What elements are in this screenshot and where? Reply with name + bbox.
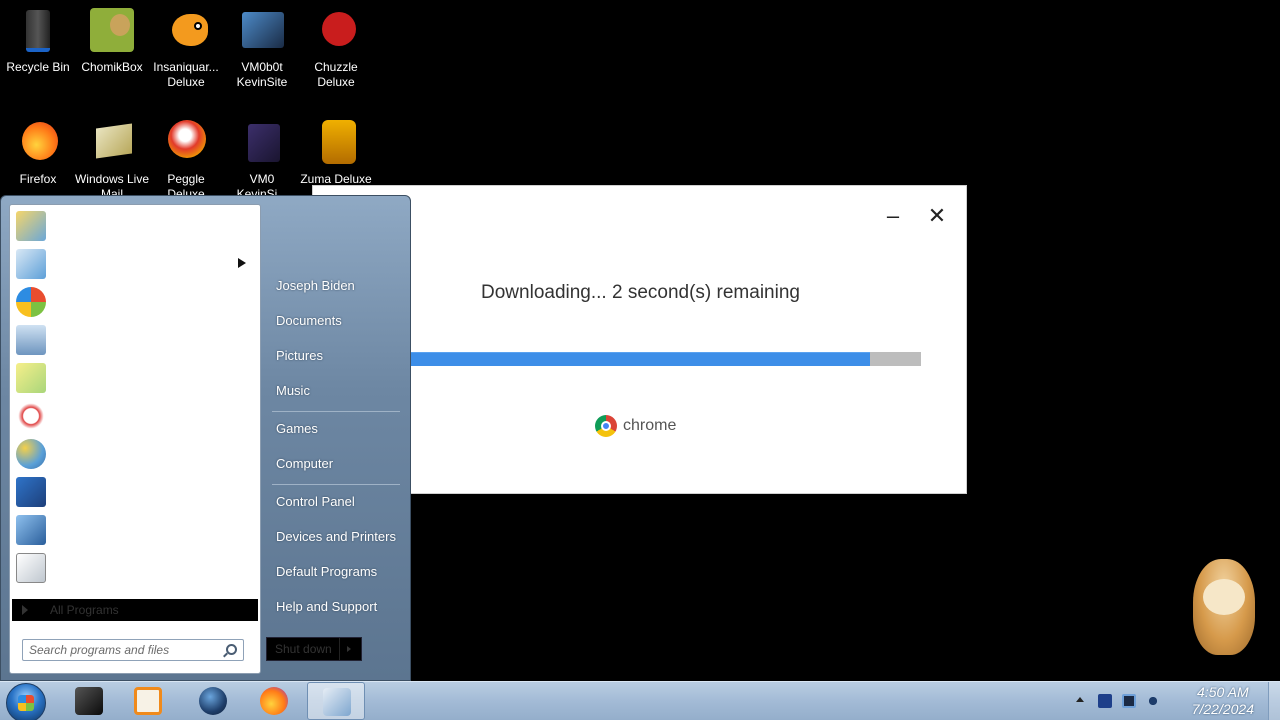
start-menu-pictures[interactable]: Pictures [266, 342, 406, 370]
peggle-icon [162, 120, 210, 168]
recycle-bin-icon [14, 8, 62, 56]
windows-logo-icon [18, 695, 34, 711]
vm0-icon [238, 120, 286, 168]
start-menu-help-support[interactable]: Help and Support [266, 593, 406, 621]
playing-cards-icon [16, 553, 46, 583]
shutdown-options-arrow-icon[interactable] [339, 638, 361, 660]
pinned-program-solitaire[interactable] [14, 551, 254, 585]
live-mail-icon [88, 120, 136, 168]
terminal-icon [75, 687, 103, 715]
start-menu-music[interactable]: Music [266, 377, 406, 405]
pinned-program-document-viewer[interactable] [14, 247, 254, 281]
desktop-icon-label: Firefox [19, 172, 57, 186]
desktop-icon-chomikbox[interactable]: ChomikBox [74, 8, 150, 75]
desktop-icon-vm0[interactable]: VM0 KevinSi... [224, 120, 300, 202]
shutdown-label: Shut down [275, 642, 332, 656]
chrome-brand-text: chrome [623, 417, 677, 434]
globe-icon [199, 687, 227, 715]
tray-expand-icon[interactable] [1076, 697, 1084, 702]
start-menu-user-folder[interactable]: Joseph Biden [266, 272, 406, 300]
sticky-notes-icon [16, 363, 46, 393]
taskbar-app-firefox[interactable] [245, 682, 303, 720]
getting-started-icon [16, 211, 46, 241]
taskbar-app-globe[interactable] [184, 682, 242, 720]
pinned-program-magnifier[interactable] [14, 513, 254, 547]
desktop-icon-peggle[interactable]: Peggle Deluxe [148, 120, 224, 202]
taskbar-app-chrome-installer[interactable] [307, 682, 365, 720]
installer-icon [323, 688, 351, 716]
pinned-program-windows-update[interactable] [14, 285, 254, 319]
desktop-icon-label: Insaniquar... Deluxe [153, 60, 219, 89]
clock-date: 7/22/2024 [1191, 701, 1254, 717]
desktop-icon-zuma[interactable]: Zuma Deluxe [298, 120, 374, 187]
desktop-icon-live-mail[interactable]: Windows Live Mail [74, 120, 150, 202]
taskbar-app-terminal[interactable] [60, 682, 118, 720]
chrome-brand: chrome [595, 415, 676, 437]
start-menu-divider [272, 411, 400, 412]
start-button[interactable] [6, 683, 46, 720]
start-menu-documents[interactable]: Documents [266, 307, 406, 335]
desktop-icon-recycle-bin[interactable]: Recycle Bin [0, 8, 76, 75]
media-player-icon [134, 687, 162, 715]
remote-desktop-icon [16, 477, 46, 507]
pinned-program-getting-started[interactable] [14, 209, 254, 243]
chuzzle-icon [312, 8, 360, 56]
desktop-icon-label: VM0b0t KevinSite [236, 60, 288, 89]
start-search-input[interactable] [23, 640, 213, 660]
start-menu-default-programs[interactable]: Default Programs [266, 558, 406, 586]
desktop-icon-chuzzle[interactable]: Chuzzle Deluxe [298, 8, 374, 90]
insaniquarium-icon [162, 8, 210, 56]
calculator-icon [16, 325, 46, 355]
submenu-arrow-icon[interactable] [238, 258, 246, 268]
taskbar: 4:50 AM 7/22/2024 [0, 681, 1280, 720]
taskbar-app-media-player[interactable] [119, 682, 177, 720]
system-tray: 4:50 AM 7/22/2024 [1070, 682, 1280, 720]
taskbar-clock[interactable]: 4:50 AM 7/22/2024 [1192, 684, 1254, 718]
start-menu-divider [272, 484, 400, 485]
chrome-logo-icon [595, 415, 617, 437]
start-menu-games[interactable]: Games [266, 415, 406, 443]
desktop-icon-label: ChomikBox [81, 60, 143, 74]
document-viewer-icon [16, 249, 46, 279]
download-progress-fill [411, 352, 870, 366]
pinned-program-snipping-tool[interactable] [14, 399, 254, 433]
chomikbox-icon [88, 8, 136, 56]
desktop-icon-label: Chuzzle Deluxe [314, 60, 358, 89]
download-status-text: Downloading... 2 second(s) remaining [481, 282, 800, 303]
paint-palette-icon [16, 439, 46, 469]
minimize-button[interactable]: – [881, 204, 905, 228]
scissors-icon [16, 401, 46, 431]
pinned-program-sticky-notes[interactable] [14, 361, 254, 395]
start-menu-devices-printers[interactable]: Devices and Printers [266, 523, 406, 551]
pinned-program-calculator[interactable] [14, 323, 254, 357]
download-progress-bar [411, 352, 921, 366]
show-desktop-button[interactable] [1268, 682, 1280, 720]
action-center-icon[interactable] [1098, 694, 1112, 708]
pinned-program-paint[interactable] [14, 437, 254, 471]
close-button[interactable]: ✕ [925, 204, 949, 228]
hamster-gadget[interactable] [1185, 555, 1265, 661]
start-search-box[interactable] [22, 639, 244, 661]
network-icon[interactable] [1122, 694, 1136, 708]
desktop-icon-insaniquarium[interactable]: Insaniquar... Deluxe [148, 8, 224, 90]
start-menu-programs-pane: All Programs [9, 204, 261, 674]
firefox-icon [14, 120, 62, 168]
zuma-icon [312, 120, 360, 168]
volume-icon[interactable] [1146, 694, 1160, 708]
firefox-icon [260, 687, 288, 715]
all-programs-button[interactable]: All Programs [12, 599, 258, 621]
start-menu-control-panel[interactable]: Control Panel [266, 488, 406, 516]
search-icon[interactable] [226, 644, 237, 655]
desktop-icon-label: Recycle Bin [6, 60, 70, 74]
desktop-icon-vm0b0t[interactable]: VM0b0t KevinSite [224, 8, 300, 90]
vm0b0t-icon [238, 8, 286, 56]
pinned-program-remote-desktop[interactable] [14, 475, 254, 509]
start-menu-computer[interactable]: Computer [266, 450, 406, 478]
monitor-icon [16, 515, 46, 545]
desktop-icon-firefox[interactable]: Firefox [0, 120, 76, 187]
shutdown-button[interactable]: Shut down [266, 637, 362, 661]
windows-logo-icon [16, 287, 46, 317]
clock-time: 4:50 AM [1197, 684, 1249, 700]
